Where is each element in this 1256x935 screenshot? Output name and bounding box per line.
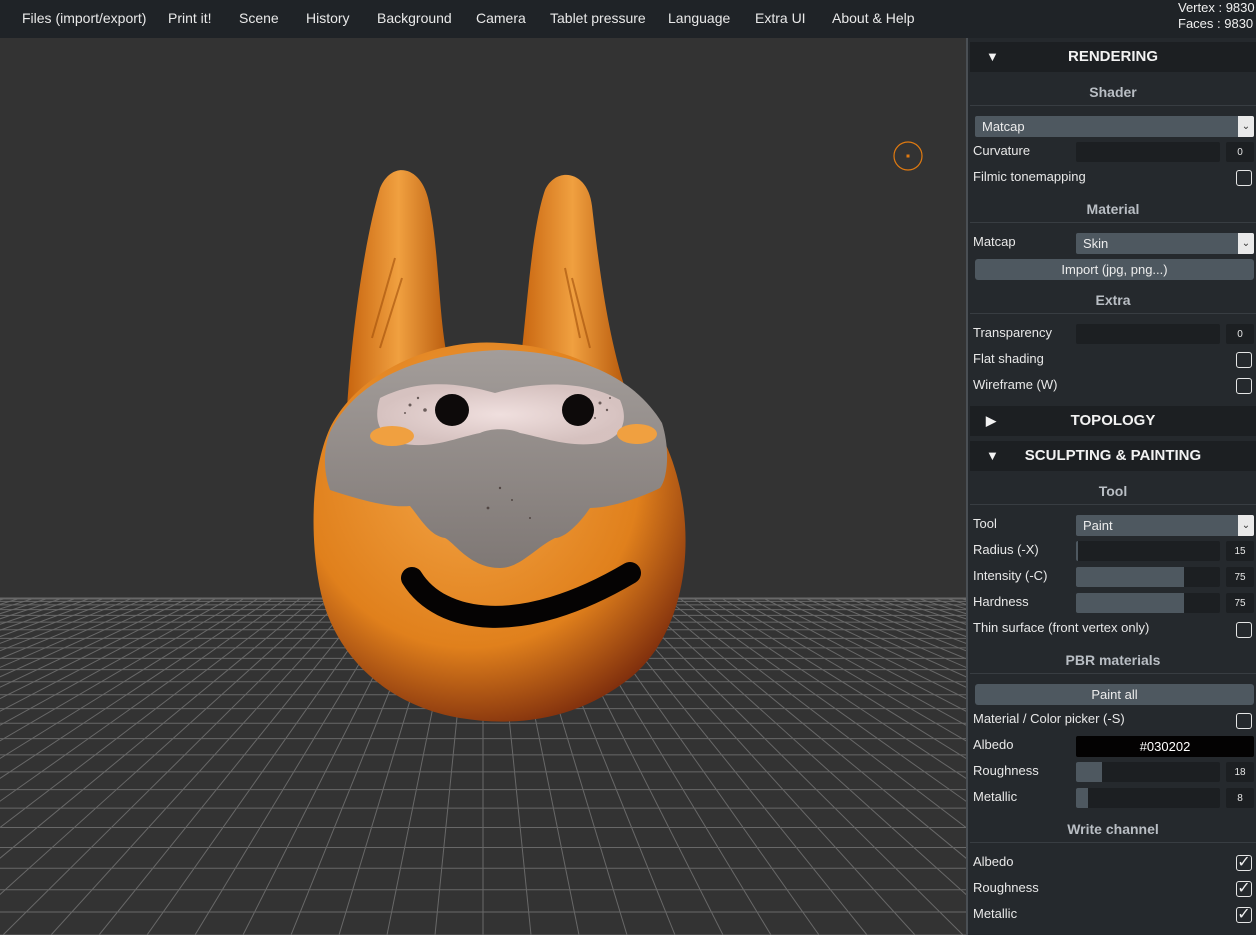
color-picker-checkbox[interactable] [1236, 713, 1252, 729]
roughness-slider[interactable] [1076, 762, 1220, 782]
intensity-slider[interactable] [1076, 567, 1220, 587]
shader-select[interactable]: Matcap ⌄ [975, 116, 1254, 137]
write-metallic-checkbox[interactable]: ✓ [1236, 907, 1252, 923]
checkmark-icon: ✓ [1237, 906, 1251, 923]
curvature-value[interactable]: 0 [1226, 142, 1254, 162]
radius-label: Radius (-X) [973, 542, 1039, 557]
menu-bar: Files (import/export) Print it! Scene Histo… [0, 0, 1256, 38]
hardness-value[interactable]: 75 [1226, 593, 1254, 613]
matcap-value: Skin [1083, 236, 1109, 251]
hardness-label: Hardness [973, 594, 1029, 609]
matcap-label: Matcap [973, 234, 1016, 249]
checkmark-icon: ✓ [1237, 880, 1251, 897]
material-group-title: Material [970, 196, 1256, 223]
color-picker-label: Material / Color picker (-S) [973, 711, 1125, 726]
left-cheek [370, 426, 414, 446]
paint-all-button[interactable]: Paint all [975, 684, 1254, 705]
radius-value[interactable]: 15 [1226, 541, 1254, 561]
menu-item-extra-ui[interactable]: Extra UI [755, 0, 806, 38]
pbr-group-title: PBR materials [970, 647, 1256, 674]
roughness-value[interactable]: 18 [1226, 762, 1254, 782]
rendering-title: RENDERING [1067, 48, 1158, 65]
3d-viewport[interactable] [0, 38, 966, 935]
flat-shading-label: Flat shading [973, 351, 1044, 366]
vertex-count: Vertex : 9830 [1178, 0, 1255, 15]
topology-folder[interactable]: ▶ TOPOLOGY [970, 406, 1256, 436]
intensity-value[interactable]: 75 [1226, 567, 1254, 587]
rendering-folder[interactable]: ▼ RENDERING [970, 42, 1256, 72]
menu-item-background[interactable]: Background [377, 0, 452, 38]
collapse-arrow-icon: ▼ [986, 49, 999, 64]
thin-surface-label: Thin surface (front vertex only) [973, 620, 1150, 635]
chevron-down-icon: ⌄ [1238, 515, 1254, 536]
transparency-value[interactable]: 0 [1226, 324, 1254, 344]
tool-label: Tool [973, 516, 997, 531]
albedo-label: Albedo [973, 737, 1014, 752]
shader-value: Matcap [982, 119, 1025, 134]
menu-item-tablet-pressure[interactable]: Tablet pressure [550, 0, 646, 38]
write-albedo-checkbox[interactable]: ✓ [1236, 855, 1252, 871]
intensity-label: Intensity (-C) [973, 568, 1048, 583]
menu-item-about-help[interactable]: About & Help [832, 0, 915, 38]
chevron-down-icon: ⌄ [1238, 233, 1254, 254]
chevron-down-icon: ⌄ [1238, 116, 1254, 137]
tool-value: Paint [1083, 518, 1113, 533]
menu-item-files-import-export[interactable]: Files (import/export) [22, 0, 146, 38]
write-albedo-label: Albedo [973, 854, 1014, 869]
write-roughness-checkbox[interactable]: ✓ [1236, 881, 1252, 897]
scene-canvas[interactable] [0, 38, 966, 935]
menu-item-scene[interactable]: Scene [239, 0, 279, 38]
menu-item-camera[interactable]: Camera [476, 0, 526, 38]
curvature-slider[interactable] [1076, 142, 1220, 162]
right-eye [562, 394, 594, 426]
curvature-label: Curvature [973, 143, 1031, 158]
tool-group-title: Tool [970, 478, 1256, 505]
sculpting-title: SCULPTING & PAINTING [1024, 447, 1202, 464]
sculpting-folder[interactable]: ▼ SCULPTING & PAINTING [970, 441, 1256, 471]
write-metallic-label: Metallic [973, 906, 1018, 921]
write-channel-title: Write channel [970, 816, 1256, 843]
matcap-select[interactable]: Skin ⌄ [1076, 233, 1254, 254]
shader-group-title: Shader [970, 79, 1256, 106]
thin-surface-checkbox[interactable] [1236, 622, 1252, 638]
collapse-arrow-icon: ▼ [986, 448, 999, 463]
filmic-checkbox[interactable] [1236, 170, 1252, 186]
filmic-label: Filmic tonemapping [973, 169, 1086, 184]
extra-group-title: Extra [970, 287, 1256, 314]
albedo-color-field[interactable]: #030202 [1076, 736, 1254, 757]
metallic-label: Metallic [973, 789, 1018, 804]
wireframe-label: Wireframe (W) [973, 377, 1058, 392]
topology-title: TOPOLOGY [1070, 412, 1156, 429]
roughness-label: Roughness [973, 763, 1039, 778]
menu-item-print-it[interactable]: Print it! [168, 0, 212, 38]
menu-item-language[interactable]: Language [668, 0, 730, 38]
hardness-slider[interactable] [1076, 593, 1220, 613]
write-roughness-label: Roughness [973, 880, 1039, 895]
right-cheek [617, 424, 657, 444]
side-panel: ▼ RENDERING Shader Matcap ⌄ Curvature 0 … [966, 38, 1256, 935]
metallic-value[interactable]: 8 [1226, 788, 1254, 808]
menu-item-history[interactable]: History [306, 0, 350, 38]
checkmark-icon: ✓ [1237, 854, 1251, 871]
faces-count: Faces : 9830 [1178, 16, 1254, 31]
wireframe-checkbox[interactable] [1236, 378, 1252, 394]
radius-slider[interactable] [1076, 541, 1220, 561]
mesh-stats: Vertex : 9830 Faces : 9830 [1178, 0, 1256, 32]
flat-shading-checkbox[interactable] [1236, 352, 1252, 368]
tool-select[interactable]: Paint ⌄ [1076, 515, 1254, 536]
metallic-slider[interactable] [1076, 788, 1220, 808]
transparency-label: Transparency [973, 325, 1052, 340]
expand-arrow-icon: ▶ [986, 413, 996, 428]
transparency-slider[interactable] [1076, 324, 1220, 344]
import-matcap-button[interactable]: Import (jpg, png...) [975, 259, 1254, 280]
left-eye [435, 394, 469, 426]
